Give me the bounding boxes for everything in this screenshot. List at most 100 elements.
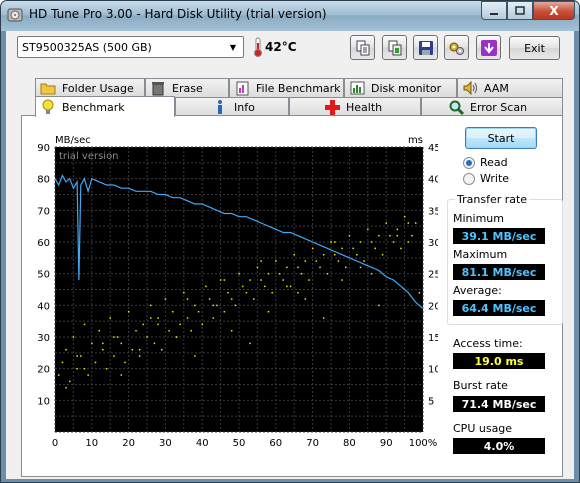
x-tick-label: 40 — [196, 438, 209, 446]
access-time-point — [127, 310, 130, 313]
access-time-point — [230, 329, 233, 332]
access-time-point — [179, 323, 181, 326]
cpu-usage-value: 4.0% — [453, 438, 545, 454]
save-button[interactable] — [413, 35, 438, 60]
tab-label: Benchmark — [62, 100, 125, 114]
tab-disk-monitor[interactable]: Disk monitor — [344, 78, 457, 97]
access-time-point — [396, 228, 399, 231]
access-time-point — [91, 342, 93, 345]
access-time-point — [238, 272, 240, 275]
access-time-point — [241, 285, 244, 288]
access-time-point — [175, 336, 178, 338]
access-time-point — [267, 272, 270, 275]
x-tick-label: 70 — [306, 438, 319, 446]
access-time-point — [102, 342, 104, 345]
hdtune-app-icon — [7, 8, 23, 22]
access-time-point — [168, 329, 170, 332]
access-time-point — [278, 272, 281, 275]
y-left-tick-label: 60 — [37, 238, 50, 249]
tab-label: Folder Usage — [62, 81, 134, 95]
access-time-point — [267, 310, 270, 313]
x-tick-label: 0 — [52, 438, 58, 446]
options-button[interactable] — [444, 35, 469, 60]
y-right-tick-label: 20 — [428, 301, 438, 312]
access-time-point — [333, 253, 336, 256]
read-radio[interactable]: Read — [463, 156, 508, 169]
access-time-point — [138, 355, 141, 357]
access-time-point — [216, 304, 218, 307]
title-bar[interactable]: HD Tune Pro 3.00 - Hard Disk Utility (tr… — [1, 1, 579, 31]
lightbulb-icon — [40, 99, 56, 115]
access-time-point — [87, 374, 89, 376]
burst-rate-value: 71.4 MB/sec — [453, 396, 545, 412]
access-time-point — [352, 247, 354, 250]
access-time-point — [135, 329, 137, 332]
access-time-point — [363, 260, 365, 262]
access-time-point — [94, 361, 97, 364]
folder-icon — [40, 80, 56, 96]
access-time-point — [359, 266, 362, 269]
minimize-window-button[interactable] — [481, 1, 507, 20]
read-radio-dot — [463, 156, 475, 169]
copy-screenshot-button[interactable] — [382, 35, 407, 60]
maximum-value: 81.1 MB/sec — [453, 264, 545, 280]
options-icon — [449, 42, 464, 55]
magnifier-icon — [448, 99, 464, 115]
access-time-point — [392, 241, 395, 243]
access-time-point — [227, 291, 229, 294]
access-time-point — [385, 222, 387, 224]
access-time-point — [286, 285, 288, 288]
write-radio[interactable]: Write — [463, 172, 509, 185]
info-icon — [212, 99, 228, 115]
access-time-point — [190, 329, 192, 332]
access-time-point — [124, 361, 126, 364]
y-right-tick-label: 40 — [428, 175, 438, 186]
tab-aam[interactable]: AAM — [457, 78, 563, 97]
tab-label: Health — [346, 100, 383, 114]
access-time-point — [411, 234, 413, 237]
maximize-window-button[interactable] — [507, 1, 533, 20]
access-time-point — [197, 310, 200, 313]
drive-select[interactable]: ST9500325AS (500 GB) ▼ — [17, 36, 244, 58]
file-benchmark-icon — [234, 80, 250, 96]
access-time-point — [249, 342, 251, 345]
minimum-value: 39.1 MB/sec — [453, 228, 545, 244]
tab-erase[interactable]: Erase — [145, 78, 229, 97]
tab-info[interactable]: Info — [175, 97, 289, 116]
tab-health[interactable]: Health — [289, 97, 421, 116]
health-cross-icon — [324, 99, 340, 115]
tab-folder-usage[interactable]: Folder Usage — [35, 78, 145, 97]
access-time-point — [186, 317, 189, 319]
close-window-button[interactable]: X — [533, 1, 575, 20]
access-time-point — [337, 260, 340, 262]
access-time-point — [109, 317, 111, 319]
save-icon — [418, 40, 433, 55]
access-time-point — [345, 266, 347, 269]
copy-text-button[interactable] — [350, 35, 375, 60]
access-time-point — [153, 342, 156, 345]
start-button[interactable]: Start — [465, 127, 537, 149]
access-time-point — [370, 241, 373, 243]
tab-benchmark[interactable]: Benchmark — [35, 96, 175, 117]
copy-screenshot-icon — [388, 40, 401, 55]
access-time-point — [57, 374, 60, 376]
speaker-icon — [462, 80, 478, 96]
access-time-point — [186, 298, 189, 300]
write-radio-label: Write — [480, 172, 510, 185]
tab-error-scan[interactable]: Error Scan — [421, 97, 563, 116]
chevron-down-icon: ▼ — [229, 42, 237, 52]
access-time-point — [194, 355, 196, 357]
tab-file-benchmark[interactable]: File Benchmark — [229, 78, 344, 97]
y-right-unit: ms — [408, 135, 423, 146]
y-left-tick-label: 70 — [37, 206, 50, 217]
access-time-point — [201, 323, 203, 326]
y-left-tick-label: 50 — [37, 270, 50, 281]
y-left-tick-label: 40 — [37, 301, 50, 312]
exit-button[interactable]: Exit — [509, 36, 560, 60]
access-time-point — [330, 241, 332, 243]
benchmark-chart: trial versionMB/sec ms1020304050607080905… — [37, 135, 438, 446]
minimize-to-tray-button[interactable] — [476, 35, 501, 60]
access-time-point — [300, 272, 303, 275]
access-time-point — [234, 304, 237, 307]
access-time-point — [396, 234, 399, 237]
